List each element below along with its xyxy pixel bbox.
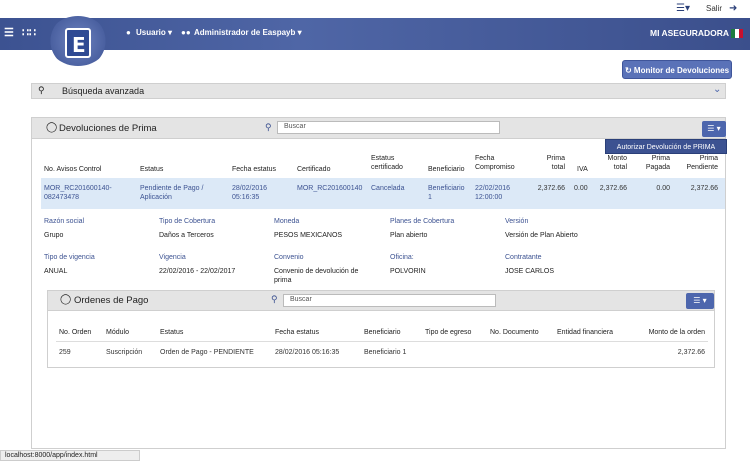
divider (56, 341, 708, 342)
admin-icon: ●● (181, 28, 191, 37)
salir-link[interactable]: Salir (706, 4, 722, 13)
contratante-label: Contratante (505, 254, 542, 261)
col-fecha-estatus: Fecha estatus (232, 166, 276, 173)
notification-icon[interactable]: ☰▾ (676, 3, 690, 14)
planes-label: Planes de Cobertura (390, 218, 455, 225)
devoluciones-title: Devoluciones de Prima (59, 123, 157, 134)
search-icon: ⚲ (38, 85, 45, 95)
top-strip: ☰▾ Salir ➜ (0, 0, 750, 18)
col-fecha-compromiso: Fecha Compromiso (475, 155, 515, 171)
col-certificado: Certificado (297, 166, 331, 173)
razon-social-value: Grupo (44, 232, 64, 239)
col-estatus: Estatus (160, 329, 184, 336)
col-iva: IVA (577, 166, 588, 173)
autorizar-devolucion-item[interactable]: Autorizar Devolución de PRIMA (605, 139, 727, 154)
ordenes-title: Ordenes de Pago (74, 295, 149, 306)
cell-no-orden: 259 (59, 349, 71, 356)
mexico-flag-icon (731, 29, 743, 38)
hamburger-icon[interactable]: ☰ (4, 26, 14, 39)
busqueda-label: Búsqueda avanzada (62, 86, 145, 96)
devoluciones-search-input[interactable]: Buscar (277, 121, 500, 134)
navbar: ☰ ∷∷ E ● Usuario ▾ ●● Administrador de E… (0, 16, 750, 66)
col-beneficiario: Beneficiario (364, 329, 401, 336)
col-monto-total: Monto total (607, 155, 627, 171)
col-entidad-financiera: Entidad financiera (557, 329, 614, 336)
cell-prima-pagada: 0.00 (656, 185, 670, 192)
version-value: Versión de Plan Abierto (505, 232, 578, 239)
col-prima-pendiente: Prima Pendiente (686, 155, 718, 171)
vigencia-label: Vigencia (159, 254, 186, 261)
moneda-value: PESOS MEXICANOS (274, 232, 343, 239)
ordenes-menu-button[interactable]: ☰ ▾ (686, 293, 714, 309)
moneda-label: Moneda (274, 218, 300, 225)
ordenes-panel: ◯ Ordenes de Pago ⚲ Buscar ☰ ▾ No. Orden… (47, 290, 715, 368)
vigencia-value: 22/02/2016 - 22/02/2017 (159, 268, 236, 275)
cell-certificado: MOR_RC201600140 (297, 185, 363, 192)
col-prima-total: Prima total (546, 155, 565, 171)
col-tipo-egreso: Tipo de egreso (425, 329, 472, 336)
col-estatus: Estatus (140, 166, 164, 173)
cell-modulo: Suscripción (106, 349, 143, 356)
refresh-icon: ↻ (624, 66, 632, 75)
chevron-down-icon[interactable]: ⌄ (713, 84, 721, 95)
cell-monto-total: 2,372.66 (599, 185, 627, 192)
monitor-devoluciones-button[interactable]: ↻ Monitor de Devoluciones (622, 60, 732, 79)
search-icon: ⚲ (265, 122, 272, 132)
apps-grid-icon[interactable]: ∷∷ (22, 26, 36, 39)
contratante-value: JOSE CARLOS (505, 268, 555, 275)
logout-icon[interactable]: ➜ (729, 3, 737, 14)
cell-prima-total: 2,372.66 (537, 185, 565, 192)
tipo-cobertura-label: Tipo de Cobertura (159, 218, 216, 225)
admin-menu[interactable]: Administrador de Easpayb ▾ (194, 28, 302, 37)
search-icon: ⚲ (271, 294, 278, 304)
loading-icon: ◯ (46, 122, 58, 133)
cell-fecha: 28/02/2016 05:16:35 (275, 349, 340, 356)
ordenes-header: ◯ Ordenes de Pago ⚲ Buscar ☰ ▾ (48, 291, 714, 311)
loading-icon: ◯ (60, 294, 72, 305)
col-estatus-cert: Estatus certificado (371, 155, 403, 171)
usuario-menu[interactable]: Usuario ▾ (136, 28, 172, 37)
convenio-value: Convenio de devolución de prima (274, 268, 359, 284)
cell-fecha-compromiso: 22/02/2016 12:00:00 (475, 185, 511, 201)
ordenes-search-input[interactable]: Buscar (283, 294, 496, 307)
user-icon: ● (126, 28, 131, 37)
cell-beneficiario: Beneficiario 1 (364, 349, 407, 356)
convenio-label: Convenio (274, 254, 304, 261)
cell-beneficiario: Beneficiario 1 (428, 185, 465, 201)
razon-social-label: Razón social (44, 218, 85, 225)
col-no-documento: No. Documento (490, 329, 539, 336)
cell-estatus-cert: Cancelada (371, 185, 405, 192)
devoluciones-header: ◯ Devoluciones de Prima ⚲ Buscar ☰ ▾ (32, 118, 726, 139)
status-bar-url: localhost:8000/app/index.html (0, 450, 140, 461)
tipo-vigencia-value: ANUAL (44, 268, 68, 275)
col-fecha-estatus: Fecha estatus (275, 329, 319, 336)
cell-iva: 0.00 (574, 185, 588, 192)
cell-estatus: Orden de Pago - PENDIENTE (160, 349, 254, 356)
cell-fecha-estatus: 28/02/2016 05:16:35 (232, 185, 268, 201)
col-beneficiario: Beneficiario (428, 166, 465, 173)
oficina-value: POLVORIN (390, 268, 426, 275)
logo: E (65, 28, 91, 58)
col-no-orden: No. Orden (59, 329, 92, 336)
col-prima-pagada: Prima Pagada (645, 155, 670, 171)
devoluciones-menu-button[interactable]: ☰ ▾ (702, 121, 726, 137)
col-aviso: No. Avisos Control (44, 166, 102, 173)
col-monto-orden: Monto de la orden (648, 329, 705, 336)
cell-prima-pendiente: 2,372.66 (690, 185, 718, 192)
version-label: Versión (505, 218, 529, 225)
planes-value: Plan abierto (390, 232, 428, 239)
col-modulo: Módulo (106, 329, 129, 336)
tipo-cobertura-value: Daños a Terceros (159, 232, 214, 239)
tipo-vigencia-label: Tipo de vigencia (44, 254, 95, 261)
devoluciones-panel: ◯ Devoluciones de Prima ⚲ Buscar ☰ ▾ Aut… (31, 117, 727, 449)
cell-monto: 2,372.66 (677, 349, 705, 356)
cell-aviso[interactable]: MOR_RC201600140-082473478 (44, 184, 126, 202)
company-name: MI ASEGURADORA (650, 28, 730, 38)
busqueda-avanzada-bar[interactable]: ⚲ Búsqueda avanzada ⌄ (31, 83, 726, 99)
cell-estatus: Pendiente de Pago / Aplicación (140, 185, 204, 201)
oficina-label: Oficina: (390, 254, 414, 261)
